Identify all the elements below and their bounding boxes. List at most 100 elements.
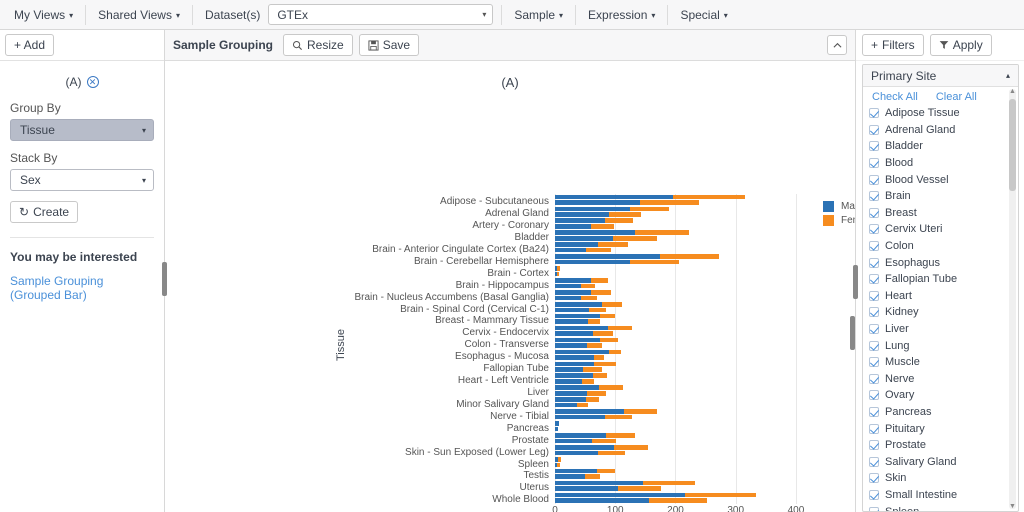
- checkbox-checked-icon[interactable]: [869, 390, 879, 401]
- bar-segment-female[interactable]: [577, 402, 588, 408]
- bar-segment-female[interactable]: [597, 450, 626, 456]
- bar-row[interactable]: [555, 397, 802, 402]
- dataset-select[interactable]: GTEx ▾: [268, 4, 494, 25]
- left-panel-resize-handle[interactable]: [162, 262, 167, 296]
- bar-row[interactable]: [555, 402, 802, 408]
- bar-segment-male[interactable]: [555, 486, 619, 491]
- bar-segment-female[interactable]: [604, 414, 633, 420]
- checkbox-checked-icon[interactable]: [869, 158, 879, 169]
- bar-segment-male[interactable]: [555, 337, 600, 343]
- bar-row[interactable]: [555, 259, 802, 265]
- menu-shared-views[interactable]: Shared Views ▾: [88, 4, 190, 26]
- bar-segment-male[interactable]: [555, 414, 605, 420]
- bar-segment-male[interactable]: [555, 301, 602, 307]
- facet-checkbox-row[interactable]: Blood Vessel: [869, 171, 1018, 188]
- bar-row[interactable]: [555, 301, 802, 307]
- bar-segment-female[interactable]: [606, 433, 636, 438]
- bar-segment-female[interactable]: [601, 301, 623, 307]
- bar-row[interactable]: [555, 373, 802, 379]
- bar-segment-male[interactable]: [555, 325, 608, 331]
- bar-row[interactable]: [555, 206, 802, 212]
- bar-segment-female[interactable]: [585, 397, 599, 402]
- bar-row[interactable]: [555, 492, 802, 498]
- bar-segment-female[interactable]: [591, 438, 616, 444]
- bar-segment-female[interactable]: [600, 313, 616, 319]
- bar-segment-female[interactable]: [586, 247, 611, 253]
- bar-segment-female[interactable]: [581, 283, 595, 289]
- menu-sample[interactable]: Sample ▾: [504, 4, 573, 26]
- bar-row[interactable]: [555, 390, 802, 396]
- bar-segment-female[interactable]: [582, 379, 594, 384]
- bar-row[interactable]: [555, 367, 802, 372]
- bar-segment-male[interactable]: [555, 355, 595, 360]
- bar-segment-female[interactable]: [593, 331, 613, 336]
- bar-segment-male[interactable]: [555, 390, 587, 396]
- bar-row[interactable]: [555, 235, 802, 241]
- bar-segment-male[interactable]: [555, 361, 594, 367]
- bar-segment-male[interactable]: [555, 283, 582, 289]
- bar-segment-female[interactable]: [685, 492, 757, 498]
- bar-segment-female[interactable]: [582, 367, 602, 372]
- bar-segment-female[interactable]: [608, 325, 633, 331]
- bar-segment-female[interactable]: [659, 254, 720, 259]
- facet-checkbox-row[interactable]: Muscle: [869, 354, 1018, 371]
- bar-segment-female[interactable]: [630, 259, 680, 265]
- bar-segment-female[interactable]: [642, 480, 696, 486]
- bar-row[interactable]: [555, 224, 802, 229]
- bar-row[interactable]: [555, 212, 802, 217]
- bar-segment-female[interactable]: [648, 498, 707, 503]
- bar-segment-male[interactable]: [555, 247, 587, 253]
- bar-segment-male[interactable]: [555, 450, 598, 456]
- clear-all-link[interactable]: Clear All: [936, 91, 977, 103]
- check-all-link[interactable]: Check All: [872, 91, 918, 103]
- menu-special[interactable]: Special ▾: [670, 4, 737, 26]
- save-button[interactable]: Save: [358, 34, 420, 56]
- bar-segment-male[interactable]: [555, 468, 598, 474]
- checkbox-checked-icon[interactable]: [869, 473, 879, 484]
- bar-row[interactable]: [555, 331, 802, 336]
- bar-segment-male[interactable]: [555, 331, 594, 336]
- close-icon[interactable]: ✕: [86, 76, 99, 88]
- bar-segment-female[interactable]: [640, 200, 700, 205]
- facet-checkbox-row[interactable]: Ovary: [869, 387, 1018, 404]
- bar-segment-female[interactable]: [614, 444, 648, 450]
- bar-segment-male[interactable]: [555, 278, 592, 283]
- bar-row[interactable]: [555, 325, 802, 331]
- bar-segment-male[interactable]: [555, 289, 592, 295]
- bar-segment-male[interactable]: [555, 218, 605, 224]
- bar-segment-female[interactable]: [594, 355, 604, 360]
- bar-row[interactable]: [555, 283, 802, 289]
- center-panel-resize-handle[interactable]: [850, 316, 855, 350]
- bar-segment-female[interactable]: [557, 266, 560, 271]
- bar-segment-male[interactable]: [555, 379, 583, 384]
- bar-segment-male[interactable]: [555, 433, 607, 438]
- bar-row[interactable]: [555, 200, 802, 205]
- facet-checkbox-row[interactable]: Lung: [869, 337, 1018, 354]
- bar-segment-male[interactable]: [555, 402, 578, 408]
- facet-checkbox-row[interactable]: Liver: [869, 321, 1018, 338]
- bar-row[interactable]: [555, 385, 802, 390]
- checkbox-checked-icon[interactable]: [869, 340, 879, 351]
- bar-segment-female[interactable]: [597, 468, 616, 474]
- bar-segment-male[interactable]: [555, 212, 610, 217]
- bar-segment-female[interactable]: [586, 390, 607, 396]
- bar-segment-male[interactable]: [555, 409, 625, 414]
- bar-segment-female[interactable]: [591, 224, 615, 229]
- bar-row[interactable]: [555, 271, 802, 277]
- bar-segment-male[interactable]: [555, 426, 558, 432]
- bar-row[interactable]: [555, 480, 802, 486]
- bar-row[interactable]: [555, 218, 802, 224]
- facet-scrollbar[interactable]: ▲ ▼: [1009, 88, 1016, 510]
- create-button[interactable]: ↻ Create: [10, 201, 79, 223]
- bar-segment-female[interactable]: [609, 349, 622, 355]
- checkbox-checked-icon[interactable]: [869, 141, 879, 152]
- collapse-panel-button[interactable]: [827, 35, 847, 55]
- stack-by-select[interactable]: Sex ▾: [10, 169, 154, 191]
- checkbox-checked-icon[interactable]: [869, 440, 879, 451]
- bar-row[interactable]: [555, 337, 802, 343]
- bar-segment-male[interactable]: [555, 235, 613, 241]
- bar-segment-male[interactable]: [555, 319, 588, 325]
- bar-row[interactable]: [555, 486, 802, 491]
- checkbox-checked-icon[interactable]: [869, 174, 879, 185]
- bar-segment-male[interactable]: [555, 492, 686, 498]
